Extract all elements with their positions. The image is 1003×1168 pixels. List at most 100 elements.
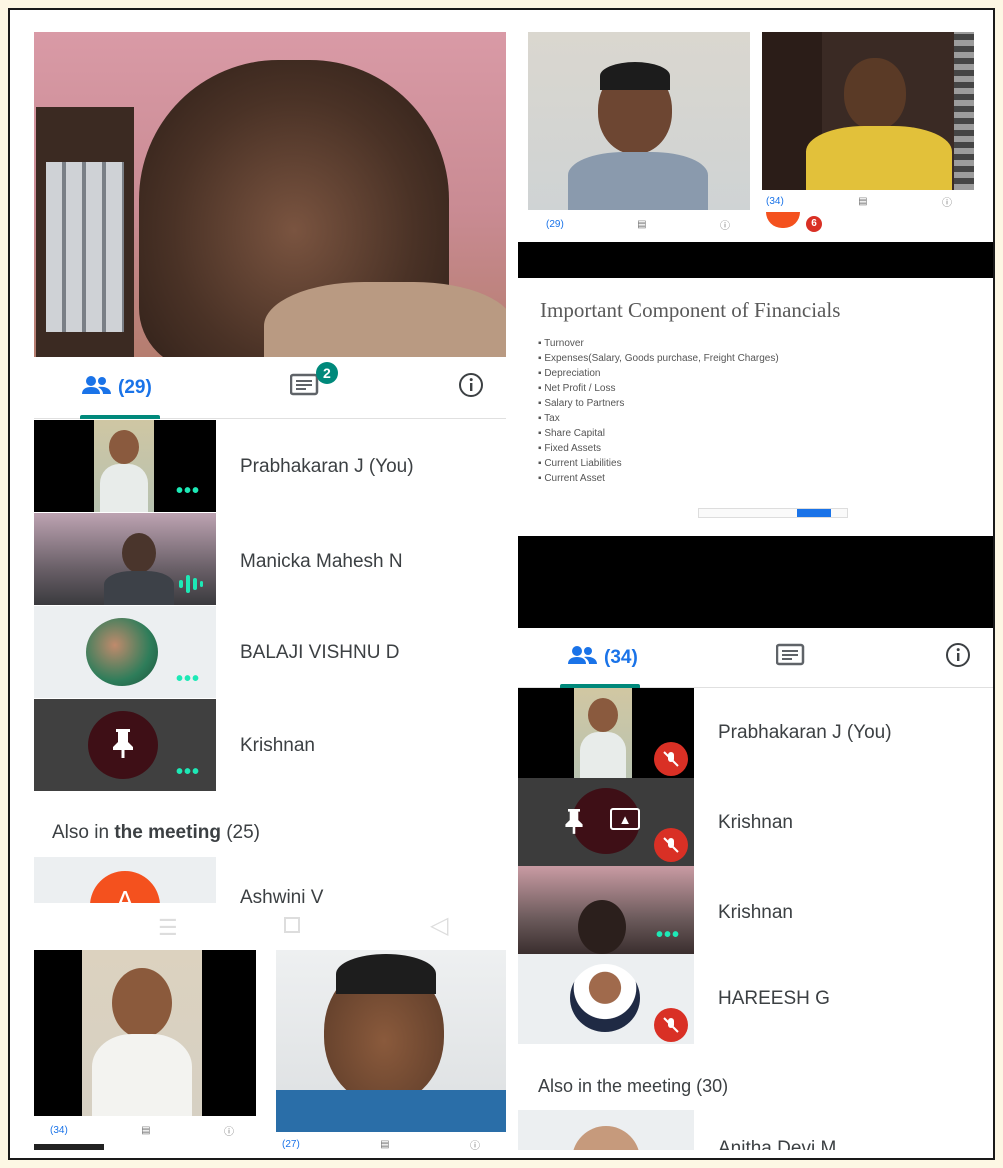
- participant-row[interactable]: ••• Krishnan: [518, 866, 993, 954]
- participant-name: HAREESH G: [718, 988, 830, 1009]
- info-icon: ⓘ: [470, 1140, 480, 1152]
- slide-bullet: ▪ Expenses(Salary, Goods purchase, Freig…: [538, 353, 779, 364]
- phone1-tab-bar: (29) 2: [34, 357, 506, 419]
- people-count: (29): [546, 218, 564, 230]
- avatar: A: [90, 871, 160, 903]
- avatar: [88, 711, 158, 779]
- more-options-icon[interactable]: •••: [656, 924, 680, 947]
- info-icon: [458, 372, 484, 403]
- people-count: (34): [50, 1124, 68, 1136]
- nav-strip: [34, 1144, 104, 1150]
- participant-name: Prabhakaran J (You): [240, 456, 414, 477]
- slide-bullet: ▪ Tax: [538, 413, 560, 424]
- menu-icon: ☰: [158, 915, 178, 940]
- participant-row[interactable]: ▲ Krishnan: [518, 778, 993, 866]
- chat-icon: ▤: [858, 195, 868, 207]
- participant-row[interactable]: ••• Krishnan: [34, 699, 506, 791]
- stop-sharing-button[interactable]: [797, 509, 831, 517]
- participant-thumbnail: •••: [34, 699, 216, 791]
- home-icon: [284, 917, 300, 933]
- also-in-meeting-heading: Also in the meeting (25): [52, 822, 261, 843]
- participant-thumbnail: ▲: [518, 778, 694, 866]
- slide-bullet: ▪ Depreciation: [538, 368, 601, 379]
- avatar: [570, 964, 640, 1032]
- presented-slide: Important Component of Financials ▪ Turn…: [518, 278, 993, 536]
- info-icon: ⓘ: [224, 1126, 234, 1138]
- people-count: (29): [118, 376, 152, 398]
- info-icon: ⓘ: [720, 220, 730, 232]
- mini-tab-bar-bottom-left: (34) ▤ ⓘ: [34, 1116, 256, 1144]
- more-options-icon[interactable]: •••: [176, 668, 200, 691]
- slide-title: Important Component of Financials: [540, 298, 841, 322]
- tab-chat[interactable]: 2: [289, 362, 338, 403]
- main-video-feed: [34, 32, 506, 357]
- participant-thumbnail: [518, 1110, 694, 1150]
- chat-icon: ▤: [637, 218, 647, 230]
- tab-people[interactable]: (29): [82, 375, 152, 400]
- participant-row-partial[interactable]: A Ashwini V: [34, 857, 506, 903]
- chat-unread-badge: 2: [315, 362, 338, 384]
- android-nav-bar: ☰ ◁: [34, 905, 506, 947]
- mini-video-bottom-right: [276, 950, 506, 1132]
- participant-name: Krishnan: [718, 812, 793, 833]
- tab-info[interactable]: [458, 372, 484, 403]
- pin-icon: [562, 806, 586, 841]
- slide-bullet: ▪ Current Liabilities: [538, 458, 622, 469]
- mic-off-icon: [654, 1008, 688, 1042]
- slide-bullet: ▪ Current Asset: [538, 473, 605, 484]
- people-count: (27): [282, 1138, 300, 1150]
- phone2-tab-bar: (34): [518, 628, 993, 688]
- person-video: [94, 420, 154, 512]
- slide-bullets: ▪ Turnover ▪ Expenses(Salary, Goods purc…: [538, 336, 779, 486]
- chat-icon: [776, 642, 806, 673]
- participant-thumbnail: [518, 688, 694, 778]
- chat-icon: ▤: [141, 1124, 151, 1136]
- participant-name: Prabhakaran J (You): [718, 722, 892, 743]
- slide-bullet: ▪ Net Profit / Loss: [538, 383, 616, 394]
- avatar: [572, 1126, 640, 1150]
- mini-tab-bar-top-right: (34) ▤ ⓘ: [762, 190, 974, 212]
- tab-chat[interactable]: [776, 642, 806, 673]
- participant-thumbnail: [34, 513, 216, 605]
- participant-row[interactable]: ••• BALAJI VISHNU D: [34, 606, 506, 698]
- avatar: [86, 618, 158, 686]
- mini-video-top-left: [528, 32, 750, 210]
- participant-row[interactable]: ••• Prabhakaran J (You): [34, 420, 506, 512]
- window-grille: [46, 162, 124, 332]
- people-count: (34): [604, 646, 638, 668]
- slide-bullet: ▪ Share Capital: [538, 428, 605, 439]
- people-icon: [82, 375, 112, 400]
- participant-row-partial[interactable]: Anitha Devi M: [518, 1110, 993, 1150]
- participant-name: Ashwini V: [240, 887, 324, 903]
- mini-video-top-right: [762, 32, 974, 190]
- participant-thumbnail: •••: [34, 606, 216, 698]
- avatar-partial: [766, 212, 800, 228]
- screen-share-icon: ▲: [610, 808, 640, 830]
- back-icon: ◁: [430, 912, 449, 939]
- slide-bullet: ▪ Turnover: [538, 338, 584, 349]
- participant-row[interactable]: Manicka Mahesh N: [34, 513, 506, 605]
- also-in-meeting-heading: Also in the meeting (30): [538, 1076, 729, 1096]
- participant-row[interactable]: HAREESH G: [518, 954, 993, 1044]
- tab-people[interactable]: (34): [568, 645, 638, 670]
- people-count: (34): [766, 195, 784, 207]
- info-icon: [945, 642, 971, 673]
- more-options-icon[interactable]: •••: [176, 480, 200, 503]
- participant-name: Anitha Devi M: [718, 1138, 837, 1150]
- collage-frame: (29) 2 ••• Prabhakaran J (You) Manicka M…: [8, 8, 995, 1160]
- participant-row[interactable]: Prabhakaran J (You): [518, 688, 993, 778]
- more-options-icon[interactable]: •••: [176, 761, 200, 784]
- speaking-indicator-icon: [178, 573, 204, 600]
- participant-name: BALAJI VISHNU D: [240, 642, 400, 663]
- notification-badge: 6: [806, 216, 822, 232]
- mini-tab-bar-bottom-right: (27) ▤ ⓘ: [276, 1132, 506, 1156]
- participant-name: Krishnan: [240, 735, 315, 756]
- slide-bullet: ▪ Fixed Assets: [538, 443, 602, 454]
- presentation-area: Important Component of Financials ▪ Turn…: [518, 242, 993, 628]
- sharing-toolbar[interactable]: [698, 508, 848, 518]
- tab-people-underline: [80, 415, 160, 419]
- tab-info[interactable]: [945, 642, 971, 673]
- chat-icon: ▤: [380, 1138, 390, 1150]
- pin-icon: [109, 727, 137, 764]
- mic-off-icon: [654, 828, 688, 862]
